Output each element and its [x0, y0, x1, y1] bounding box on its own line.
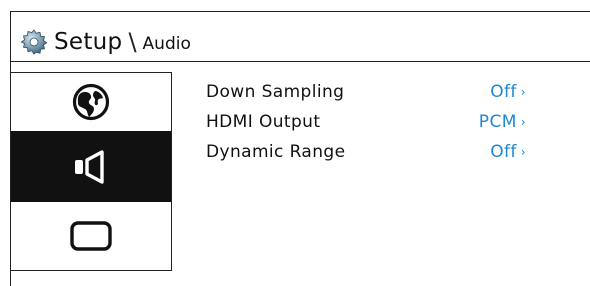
breadcrumb-current: Audio: [142, 33, 191, 54]
menu-item-label: Down Sampling: [206, 82, 345, 102]
menu-item-dynamic-range[interactable]: Dynamic Range Off ›: [206, 138, 526, 168]
breadcrumb-root[interactable]: Setup: [54, 29, 122, 55]
chevron-right-icon: ›: [520, 85, 526, 99]
menu-item-value[interactable]: PCM ›: [479, 108, 526, 136]
chevron-right-icon: ›: [520, 145, 526, 159]
chevron-right-icon: ›: [520, 115, 526, 129]
breadcrumb-separator: \: [128, 28, 137, 56]
breadcrumb: Setup \ Audio: [20, 24, 191, 60]
value-text: PCM: [478, 112, 517, 132]
value-text: Off: [490, 142, 517, 162]
sidebar-item-video[interactable]: [11, 202, 171, 270]
menu-item-down-sampling[interactable]: Down Sampling Off ›: [206, 78, 526, 108]
menu-item-value[interactable]: Off ›: [490, 138, 526, 166]
category-sidebar: [10, 72, 172, 271]
audio-settings-list: Down Sampling Off › HDMI Output PCM › Dy…: [206, 78, 526, 168]
menu-item-label: Dynamic Range: [206, 142, 346, 162]
globe-icon: [72, 83, 110, 121]
menu-item-hdmi-output[interactable]: HDMI Output PCM ›: [206, 108, 526, 138]
menu-item-label: HDMI Output: [206, 112, 321, 132]
screen-icon: [70, 221, 112, 251]
sidebar-item-general[interactable]: [11, 73, 171, 131]
speaker-icon: [75, 149, 104, 184]
sidebar-item-audio[interactable]: [11, 131, 171, 202]
header-divider: [10, 61, 590, 62]
gear-icon: [20, 29, 48, 55]
menu-item-value[interactable]: Off ›: [490, 78, 526, 106]
value-text: Off: [490, 82, 517, 102]
